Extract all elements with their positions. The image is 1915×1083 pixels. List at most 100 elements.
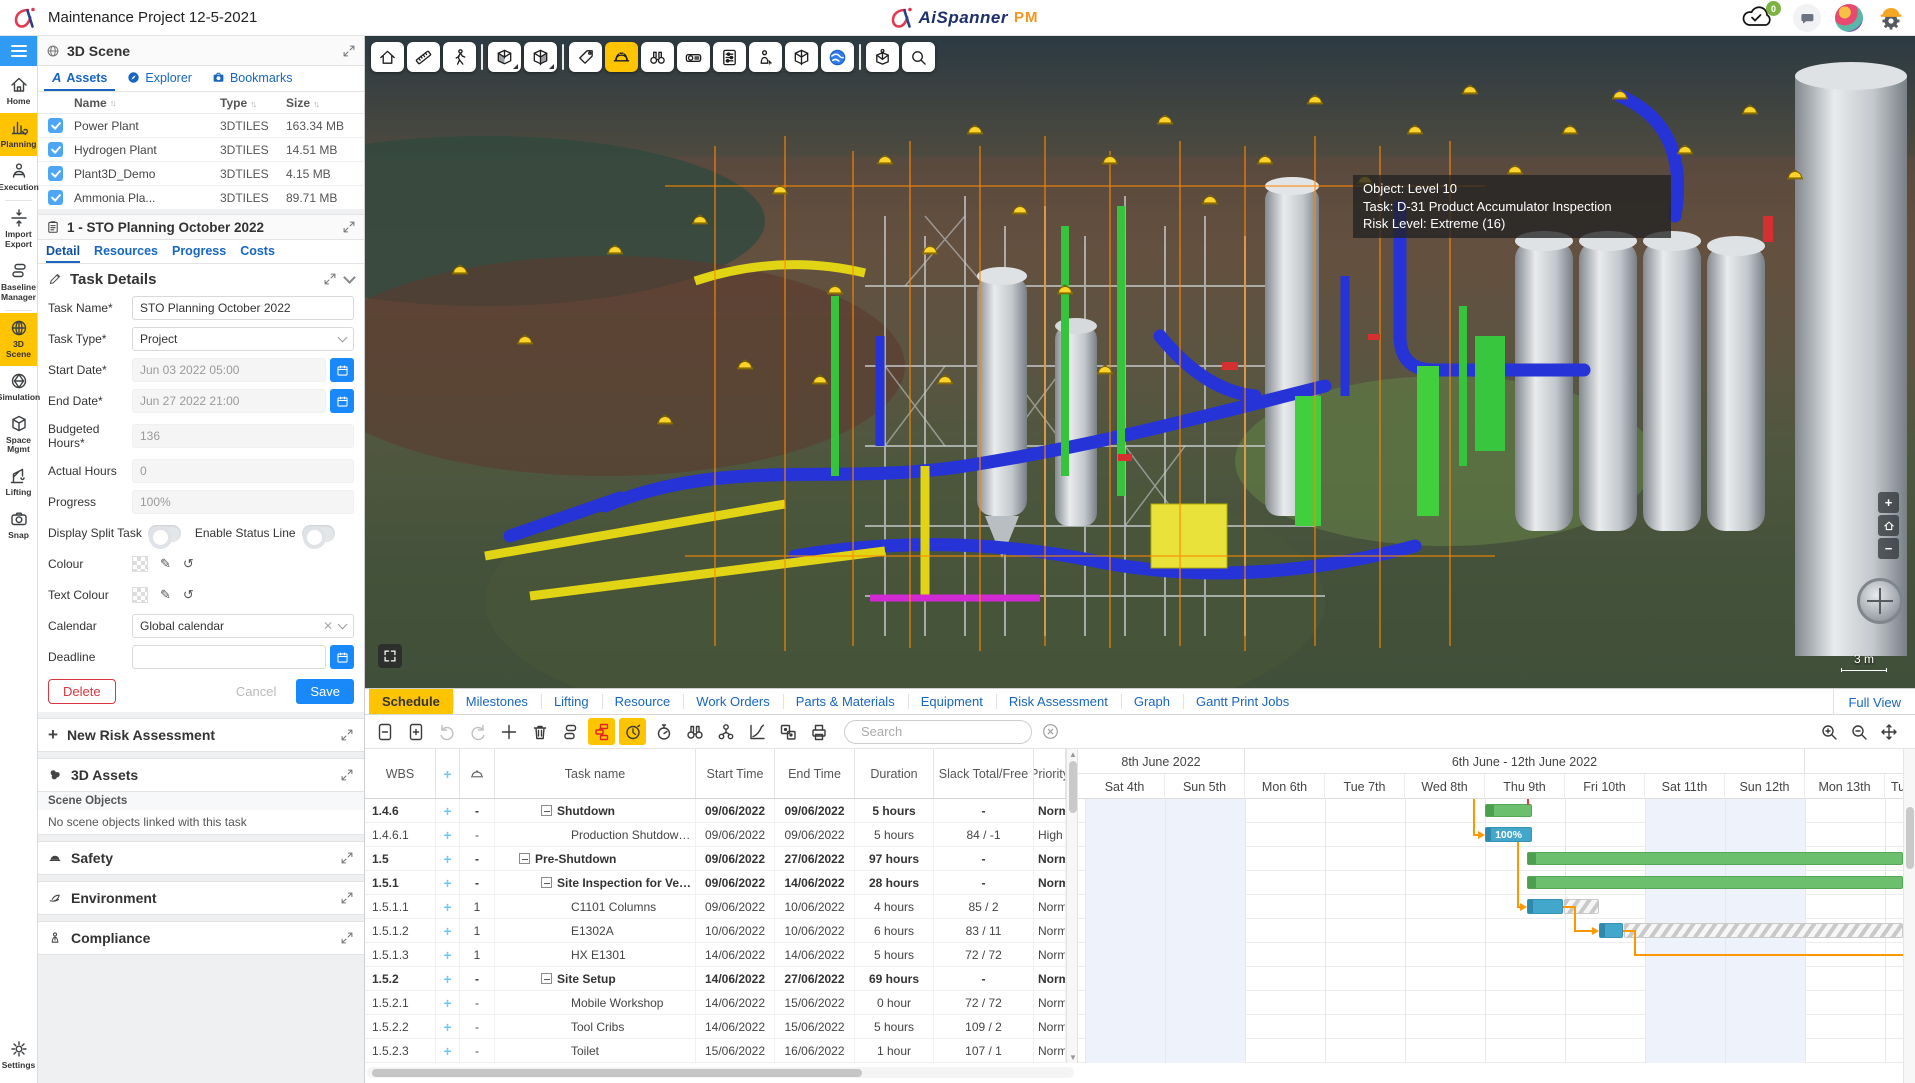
task-row[interactable]: 1.4.6.1 + - Production Shutdown an... 09…	[365, 823, 1066, 847]
tab-explorer[interactable]: Explorer	[119, 66, 200, 91]
simulation-dice-button[interactable]	[774, 718, 801, 745]
task-row[interactable]: 1.5.2.3 + - Toilet 15/06/2022 16/06/2022…	[365, 1039, 1066, 1063]
home-camera-button[interactable]	[1878, 515, 1899, 536]
sidebar-item-lifting[interactable]: Lifting	[0, 461, 37, 504]
task-row[interactable]: 1.5.1 + - Site Inspection for Veri... 09…	[365, 871, 1066, 895]
detail-tab[interactable]: Costs	[240, 240, 275, 263]
viewport-search-button[interactable]	[902, 42, 935, 72]
view-cube-button[interactable]	[866, 42, 899, 72]
collapse-arrows-icon[interactable]	[340, 768, 354, 782]
bottom-tab[interactable]: Graph	[1121, 689, 1183, 714]
collapse-task-icon[interactable]	[541, 973, 552, 984]
colour-swatch[interactable]	[132, 556, 148, 572]
task-name-input[interactable]: STO Planning October 2022	[132, 296, 354, 320]
detail-tab[interactable]: Resources	[94, 240, 158, 263]
add-subtask-icon[interactable]: +	[443, 851, 451, 867]
sidebar-item-execution[interactable]: Execution	[0, 156, 37, 199]
gantt-bar-summary[interactable]	[1527, 876, 1903, 889]
collapse-all-button[interactable]	[371, 718, 398, 745]
reset-text-colour-icon[interactable]: ↺	[183, 587, 194, 603]
expand-icon[interactable]	[340, 931, 354, 945]
hardhat-tasks-button[interactable]	[605, 42, 638, 72]
stopwatch-button[interactable]	[650, 718, 677, 745]
menu-button[interactable]	[0, 36, 37, 66]
tab-bookmarks[interactable]: Bookmarks	[204, 66, 301, 91]
gantt-bar-summary[interactable]	[1527, 852, 1903, 865]
task-row[interactable]: 1.5 + - Pre-Shutdown 09/06/2022 27/06/20…	[365, 847, 1066, 871]
user-avatar[interactable]	[1835, 4, 1863, 32]
bottom-tab[interactable]: Lifting	[541, 689, 602, 714]
full-view-button[interactable]: Full View	[1833, 689, 1915, 715]
progress-field[interactable]: 100%	[132, 490, 354, 514]
tag-button[interactable]	[569, 42, 602, 72]
engineer-mode-button[interactable]	[1877, 4, 1905, 32]
status-line-toggle[interactable]	[302, 525, 335, 542]
navigation-compass[interactable]	[1857, 578, 1903, 624]
deadline-calendar-button[interactable]	[330, 645, 354, 669]
measure-button[interactable]	[407, 42, 440, 72]
gantt-bar-hatch[interactable]	[1624, 923, 1903, 938]
actual-hours-field[interactable]: 0	[132, 459, 354, 483]
bottom-tab[interactable]: Schedule	[369, 689, 453, 714]
bottom-tab[interactable]: Resource	[602, 689, 684, 714]
add-subtask-icon[interactable]: +	[443, 995, 451, 1011]
section-cube-button[interactable]	[524, 42, 557, 72]
sidebar-item-planning[interactable]: Planning	[0, 113, 37, 156]
undo-button[interactable]	[433, 718, 460, 745]
expand-icon[interactable]	[340, 728, 354, 742]
collapse-panel-icon[interactable]	[342, 44, 356, 58]
clear-icon[interactable]: ✕	[323, 619, 333, 633]
chevron-down-icon[interactable]	[343, 271, 356, 284]
asset-checkbox[interactable]	[48, 118, 63, 133]
delete-button[interactable]: Delete	[48, 679, 116, 704]
section-3d-assets[interactable]: 3D Assets	[38, 758, 364, 792]
asset-checkbox[interactable]	[48, 142, 63, 157]
sidebar-item-space-mgmt[interactable]: Space Mgmt	[0, 409, 37, 462]
sidebar-item-3d-scene[interactable]: 3D Scene	[0, 313, 37, 366]
text-colour-swatch[interactable]	[132, 587, 148, 603]
walk-mode-button[interactable]	[443, 42, 476, 72]
add-subtask-icon[interactable]: +	[443, 971, 451, 987]
search-input[interactable]	[859, 723, 1039, 740]
cancel-button[interactable]: Cancel	[230, 683, 282, 700]
gantt-bar-task[interactable]	[1599, 923, 1623, 938]
add-subtask-icon[interactable]: +	[443, 875, 451, 891]
asset-row[interactable]: Ammonia Pla... 3DTILES 89.71 MB	[38, 186, 364, 210]
gantt-bar-task[interactable]: 100%	[1485, 827, 1532, 842]
section-environment[interactable]: Environment	[38, 881, 364, 915]
gantt-vertical-scrollbar[interactable]	[1903, 749, 1915, 1083]
gantt-pan-icon[interactable]	[1879, 722, 1899, 742]
edit-text-colour-icon[interactable]: ✎	[160, 587, 171, 603]
task-row[interactable]: 1.4.6 + - Shutdown 09/06/2022 09/06/2022…	[365, 799, 1066, 823]
3d-scene-render[interactable]	[365, 36, 1915, 688]
tab-assets[interactable]: A Assets	[44, 66, 115, 91]
add-subtask-icon[interactable]: +	[443, 803, 451, 819]
table-vertical-scrollbar[interactable]: ▲ ▼	[1066, 749, 1078, 1063]
sort-icon[interactable]: ↑↓	[250, 99, 255, 109]
deadline-input[interactable]	[132, 645, 326, 669]
sidebar-item-import-export[interactable]: Import Export	[0, 203, 37, 256]
zoom-in-button[interactable]: +	[1878, 492, 1899, 513]
detail-tab[interactable]: Detail	[46, 240, 80, 263]
task-row[interactable]: 1.5.2.2 + - Tool Cribs 14/06/2022 15/06/…	[365, 1015, 1066, 1039]
earth-button[interactable]	[821, 42, 854, 72]
asset-row[interactable]: Plant3D_Demo 3DTILES 4.15 MB	[38, 162, 364, 186]
section-safety[interactable]: Safety	[38, 841, 364, 875]
time-mode-button[interactable]	[619, 718, 646, 745]
gantt-chart[interactable]: 8th June 20226th June - 12th June 2022 S…	[1078, 749, 1903, 1063]
projector-button[interactable]	[677, 42, 710, 72]
print-button[interactable]	[805, 718, 832, 745]
progress-curve-button[interactable]	[743, 718, 770, 745]
asset-checkbox[interactable]	[48, 190, 63, 205]
expand-icon[interactable]	[340, 891, 354, 905]
expand-all-button[interactable]	[402, 718, 429, 745]
end-date-field[interactable]: Jun 27 2022 21:00	[132, 389, 326, 413]
task-row[interactable]: 1.5.1.1 + 1 C1101 Columns 09/06/2022 10/…	[365, 895, 1066, 919]
sort-icon[interactable]: ↑↓	[110, 98, 115, 108]
sort-icon[interactable]: ↑↓	[313, 99, 318, 109]
delete-task-button[interactable]	[526, 718, 553, 745]
bottom-tab[interactable]: Work Orders	[683, 689, 782, 714]
section-compliance[interactable]: Compliance	[38, 921, 364, 955]
clear-search-icon[interactable]	[1042, 723, 1059, 740]
end-date-calendar-button[interactable]	[330, 389, 354, 413]
